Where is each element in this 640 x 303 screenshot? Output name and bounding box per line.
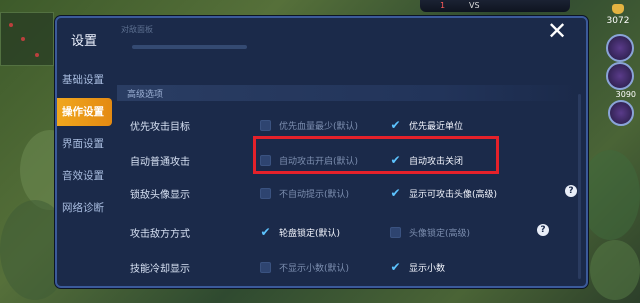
option-label: 不显示小数(默认): [279, 263, 350, 274]
gold-icon: [612, 4, 624, 14]
scrollbar[interactable]: [578, 94, 581, 279]
kill-count: 1: [440, 1, 446, 10]
help-icon[interactable]: ?: [537, 224, 549, 236]
option-lowest-hp[interactable]: 优先血量最少(默认): [260, 117, 358, 133]
settings-sidebar: 基础设置 操作设置 界面设置 音效设置 网络诊断: [57, 66, 112, 226]
faded-slider: [132, 45, 247, 49]
skill-button[interactable]: [606, 34, 634, 62]
option-label: 不自动提示(默认): [279, 189, 350, 200]
checkbox-empty[interactable]: [390, 226, 401, 238]
sidebar-item-controls[interactable]: 操作设置: [57, 98, 112, 126]
vs-label: VS: [469, 1, 480, 10]
setting-row-attack-method: 攻击敌方方式 ✔ 轮盘锁定(默认) 头像锁定(高级) ?: [117, 217, 583, 247]
gold-value: 3072: [606, 16, 630, 26]
row-label: 锁敌头像显示: [130, 190, 190, 201]
option-label: 轮盘锁定(默认): [279, 228, 341, 239]
panel-title: 设置: [71, 34, 98, 49]
checkmark-icon[interactable]: ✔: [390, 118, 401, 132]
sidebar-item-basic[interactable]: 基础设置: [57, 66, 112, 94]
row-label: 优先攻击目标: [130, 122, 190, 133]
skill-button[interactable]: [606, 62, 634, 90]
option-nearest-unit[interactable]: ✔ 优先最近单位: [390, 117, 463, 133]
faded-label: 对敌面板: [121, 25, 153, 34]
option-no-auto-hint[interactable]: 不自动提示(默认): [260, 185, 349, 201]
sidebar-item-network[interactable]: 网络诊断: [57, 194, 112, 222]
row-label: 技能冷却显示: [130, 264, 190, 275]
option-show-attackable-avatar[interactable]: ✔ 显示可攻击头像(高级): [390, 185, 497, 201]
option-no-decimals[interactable]: 不显示小数(默认): [260, 259, 349, 275]
red-highlight-box: [253, 136, 499, 174]
option-show-decimals[interactable]: ✔ 显示小数: [390, 259, 445, 275]
item-button[interactable]: [608, 100, 634, 126]
sidebar-item-interface[interactable]: 界面设置: [57, 130, 112, 158]
checkbox-empty[interactable]: [260, 187, 271, 199]
sidebar-item-audio[interactable]: 音效设置: [57, 162, 112, 190]
setting-row-cooldown-display: 技能冷却显示 不显示小数(默认) ✔ 显示小数: [117, 252, 583, 282]
option-label: 显示可攻击头像(高级): [409, 189, 498, 200]
section-title: 高级选项: [127, 90, 164, 100]
skill-counter: 3090: [615, 90, 636, 99]
checkbox-empty[interactable]: [260, 261, 271, 273]
gold-display: 3072: [604, 4, 632, 26]
checkmark-icon[interactable]: ✔: [390, 260, 401, 274]
setting-row-target-avatar: 锁敌头像显示 不自动提示(默认) ✔ 显示可攻击头像(高级) ?: [117, 178, 583, 208]
checkmark-icon[interactable]: ✔: [390, 186, 401, 200]
row-label: 自动普通攻击: [130, 157, 190, 168]
checkbox-empty[interactable]: [260, 119, 271, 131]
option-label: 优先最近单位: [409, 121, 464, 132]
section-header: 高级选项: [117, 85, 577, 101]
help-icon[interactable]: ?: [565, 185, 577, 197]
option-wheel-lock[interactable]: ✔ 轮盘锁定(默认): [260, 224, 340, 240]
option-avatar-lock[interactable]: 头像锁定(高级): [390, 224, 470, 240]
option-label: 头像锁定(高级): [409, 228, 471, 239]
minimap[interactable]: [0, 12, 54, 66]
row-label: 攻击敌方方式: [130, 229, 190, 240]
checkmark-icon[interactable]: ✔: [260, 225, 271, 239]
option-label: 显示小数: [409, 263, 446, 274]
option-label: 优先血量最少(默认): [279, 121, 359, 132]
